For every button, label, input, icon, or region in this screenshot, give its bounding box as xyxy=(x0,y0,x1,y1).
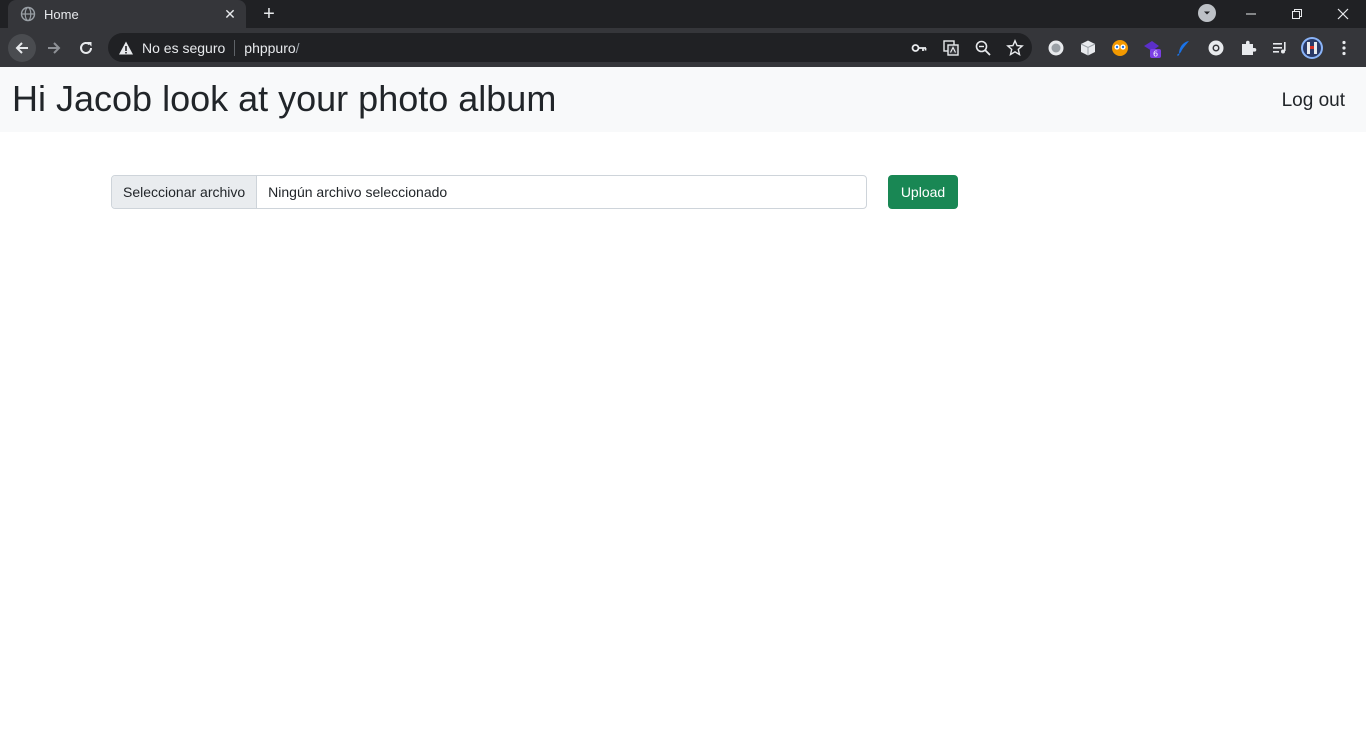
kebab-menu-icon[interactable] xyxy=(1334,38,1354,58)
new-tab-button[interactable]: + xyxy=(258,3,280,25)
tab-search-icon[interactable] xyxy=(1198,4,1216,22)
tab-close-icon[interactable]: ✕ xyxy=(222,6,238,22)
security-label[interactable]: No es seguro xyxy=(142,40,225,56)
restore-button[interactable] xyxy=(1274,0,1320,28)
reload-button[interactable] xyxy=(72,34,100,62)
translate-icon[interactable] xyxy=(942,39,960,57)
upload-button[interactable]: Upload xyxy=(888,175,958,209)
media-queue-icon[interactable] xyxy=(1270,38,1290,58)
url-text[interactable]: phppuro/ xyxy=(244,40,299,56)
file-status-text: Ningún archivo seleccionado xyxy=(268,184,448,200)
key-icon[interactable] xyxy=(910,39,928,57)
extensions-puzzle-icon[interactable] xyxy=(1238,38,1258,58)
tab-strip: Home ✕ + xyxy=(0,0,1366,28)
close-window-button[interactable] xyxy=(1320,0,1366,28)
extension-eyes-icon[interactable] xyxy=(1110,38,1130,58)
warning-icon[interactable] xyxy=(118,40,134,56)
extension-badge: 6 xyxy=(1153,50,1158,59)
extension-purple-icon[interactable]: 6 xyxy=(1142,38,1162,58)
back-button[interactable] xyxy=(8,34,36,62)
browser-toolbar: No es seguro phppuro/ 6 xyxy=(0,28,1366,67)
zoom-icon[interactable] xyxy=(974,39,992,57)
globe-icon xyxy=(20,6,36,22)
tab-title: Home xyxy=(44,6,79,22)
reload-icon xyxy=(80,41,92,54)
address-bar[interactable]: No es seguro phppuro/ xyxy=(108,33,1032,62)
browser-tab[interactable]: Home ✕ xyxy=(8,0,246,28)
arrow-right-icon xyxy=(48,42,61,54)
page-navbar: Hi Jacob look at your photo album Log ou… xyxy=(0,67,1366,132)
arrow-left-icon xyxy=(15,42,28,54)
page-title: Hi Jacob look at your photo album xyxy=(12,78,557,119)
minimize-button[interactable] xyxy=(1228,0,1274,28)
extension-feather-icon[interactable] xyxy=(1174,38,1194,58)
choose-file-button[interactable]: Seleccionar archivo xyxy=(112,176,258,208)
logout-link[interactable]: Log out xyxy=(1282,90,1345,112)
url-path: / xyxy=(295,39,300,56)
url-host: phppuro xyxy=(244,39,296,56)
forward-button[interactable] xyxy=(40,34,68,62)
extension-ring-icon[interactable] xyxy=(1206,38,1226,58)
extension-cube-icon[interactable] xyxy=(1078,38,1098,58)
omnibox-divider xyxy=(234,39,236,56)
extension-circle-icon[interactable] xyxy=(1046,38,1066,58)
file-input[interactable]: Seleccionar archivo Ningún archivo selec… xyxy=(111,175,867,209)
star-icon[interactable] xyxy=(1006,39,1024,57)
profile-avatar[interactable] xyxy=(1300,36,1324,60)
